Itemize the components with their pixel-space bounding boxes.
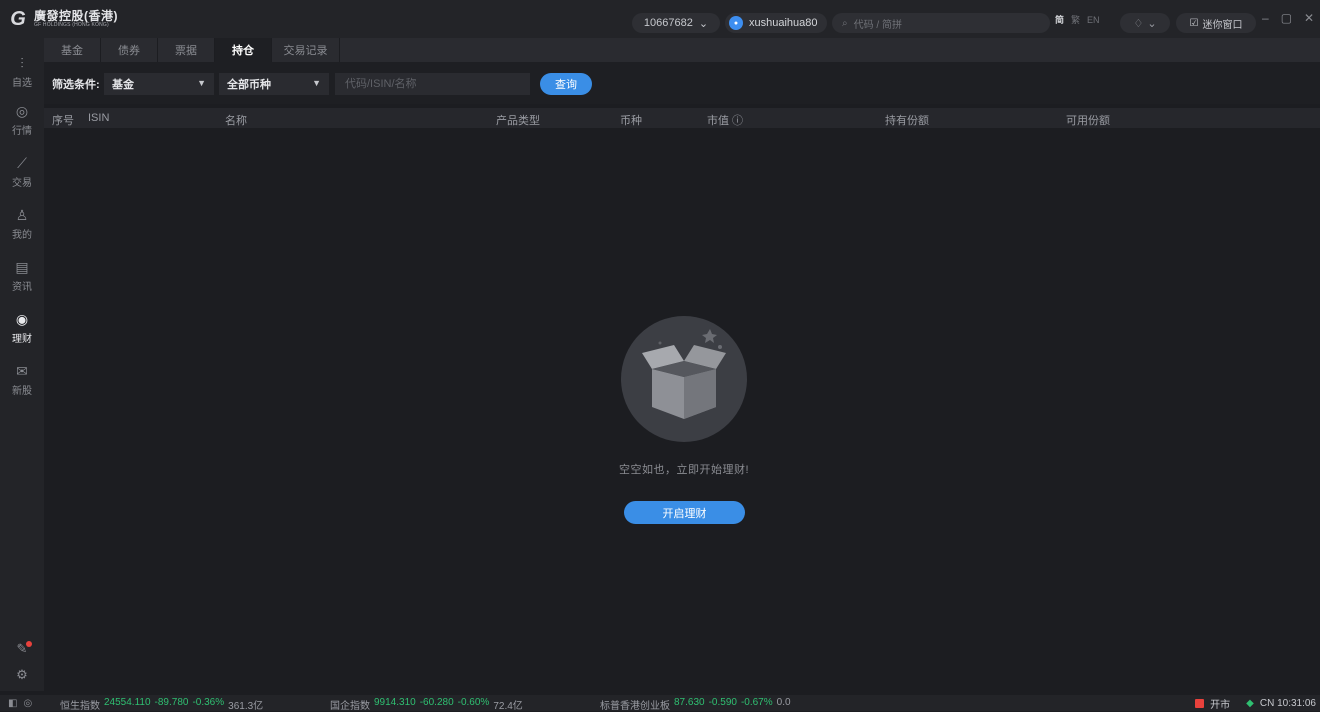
market-status: 开市 [1210, 700, 1231, 711]
caret-down-icon: ▼ [312, 78, 321, 88]
notice-button[interactable]: ✎ [0, 641, 44, 657]
col-name: 名称 [225, 115, 247, 127]
status-bar: ◧ ◎ 恒生指数 24554.110 -89.780 -0.36% 361.3亿… [0, 695, 1320, 712]
filter-label: 筛选条件: [52, 79, 100, 91]
notification-dot [26, 641, 32, 647]
empty-state-message: 空空如也，立即开始理财! [618, 464, 750, 476]
tab-bar: 基金 债券 票据 持仓 交易记录 [44, 38, 1320, 62]
sidebar-item-wealth[interactable]: ◉ 理财 [0, 304, 44, 352]
restore-icon[interactable]: ▢ [1281, 11, 1292, 25]
empty-box-illustration [621, 316, 747, 442]
wealth-icon: ◉ [15, 311, 29, 327]
isin-search-input[interactable] [335, 73, 530, 95]
search-icon: ⌕ [842, 17, 848, 29]
currency-value: 全部币种 [227, 79, 271, 91]
lang-simplified[interactable]: 简 [1055, 13, 1064, 26]
ticker-hscei[interactable]: 国企指数 9914.310 -60.280 -0.60% 72.4亿 [330, 697, 523, 712]
account-select[interactable]: 10667682 ⌄ [632, 13, 720, 33]
lang-english[interactable]: EN [1087, 15, 1100, 25]
product-type-select[interactable]: 基金 ▼ [104, 73, 214, 95]
title-bar: G 廣發控股(香港) GF HOLDINGS (HONG KONG) 10667… [0, 0, 1320, 38]
account-number: 10667682 [643, 17, 693, 29]
tab-note[interactable]: 票据 [158, 38, 215, 62]
settings-button[interactable]: ⚙ [0, 667, 44, 683]
close-icon[interactable]: ✕ [1304, 11, 1314, 25]
global-search-placeholder: 代码 / 简拼 [853, 19, 902, 31]
sidebar-item-watchlist[interactable]: ⫶ 自选 [0, 48, 44, 96]
start-investing-button[interactable]: 开启理财 [624, 501, 745, 524]
sidebar-item-trade[interactable]: ⟋ 交易 [0, 148, 44, 196]
window-controls: – ▢ ✕ [1262, 11, 1314, 25]
news-icon: ▤ [15, 259, 29, 275]
chevron-down-icon: ⌄ [1147, 17, 1157, 30]
lang-traditional[interactable]: 繁 [1071, 13, 1080, 26]
global-search[interactable]: ⌕ 代码 / 简拼 [832, 13, 1050, 33]
caret-down-icon: ▼ [197, 78, 206, 88]
skin-button[interactable]: ♢ ⌄ [1120, 13, 1170, 33]
tab-fund[interactable]: 基金 [44, 38, 101, 62]
tab-bond[interactable]: 债券 [101, 38, 158, 62]
filter-bar: 筛选条件: 基金 ▼ 全部币种 ▼ 查询 [44, 62, 1320, 104]
brand-logo: G 廣發控股(香港) GF HOLDINGS (HONG KONG) [6, 7, 226, 31]
ticker-hsi[interactable]: 恒生指数 24554.110 -89.780 -0.36% 361.3亿 [60, 697, 263, 712]
tab-holdings[interactable]: 持仓 [215, 38, 272, 62]
gear-icon: ⚙ [16, 667, 28, 682]
sidebar-item-news[interactable]: ▤ 资讯 [0, 252, 44, 300]
table-header: 序号 ISIN 名称 产品类型 币种 市值 ⓘ 持有份额 可用份额 [44, 108, 1320, 128]
chevron-down-icon: ⌄ [698, 17, 709, 30]
user-icon: ♙ [15, 207, 29, 223]
query-button[interactable]: 查询 [540, 73, 592, 95]
sidebar-item-market[interactable]: ◎ 行情 [0, 96, 44, 144]
market-status-icon [1195, 699, 1205, 708]
ticker-gem[interactable]: 标普香港创业板 87.630 -0.590 -0.67% 0.0 [600, 697, 791, 712]
sidebar-item-ipo[interactable]: ✉ 新股 [0, 356, 44, 404]
col-market-value[interactable]: 市值 ⓘ [707, 112, 743, 128]
currency-select[interactable]: 全部币种 ▼ [219, 73, 329, 95]
mini-window-label: 迷你窗口 [1202, 19, 1243, 31]
minimize-icon[interactable]: – [1262, 11, 1269, 25]
refresh-icon[interactable]: ◎ [23, 698, 32, 709]
col-product-type: 产品类型 [496, 115, 540, 127]
status-right: 开市 ◆ CN 10:31:06 [1195, 696, 1316, 711]
avatar: ● [729, 16, 743, 30]
trade-icon: ⟋ [17, 155, 27, 171]
tab-trade-records[interactable]: 交易记录 [272, 38, 340, 62]
product-type-value: 基金 [112, 79, 134, 91]
mini-window-button[interactable]: ☑ 迷你窗口 [1176, 13, 1256, 33]
username: xushuaihua80 [749, 17, 818, 29]
col-currency: 币种 [620, 115, 642, 127]
region-time: CN 10:31:06 [1259, 698, 1316, 709]
col-index: 序号 [52, 115, 74, 127]
user-menu[interactable]: ● xushuaihua80 [725, 13, 827, 33]
col-holding-shares: 持有份额 [885, 115, 929, 127]
brand-name-cn: 廣發控股(香港) [34, 9, 118, 23]
checkbox-icon: ☑ [1189, 17, 1199, 29]
market-icon: ◎ [15, 103, 29, 119]
wifi-icon: ◆ [1246, 698, 1254, 709]
brand-name-en: GF HOLDINGS (HONG KONG) [34, 22, 109, 28]
gf-logo-icon: G [10, 7, 26, 30]
language-switcher: 简 繁 EN [1055, 13, 1100, 26]
sidebar: ⫶ 自选 ◎ 行情 ⟋ 交易 ♙ 我的 ▤ 资讯 ◉ 理财 ✉ 新股 ✎ ⚙ [0, 38, 44, 691]
col-available-shares: 可用份额 [1066, 115, 1110, 127]
sidebar-item-mine[interactable]: ♙ 我的 [0, 200, 44, 248]
panel-toggle-icon[interactable]: ◧ [8, 698, 17, 709]
ipo-icon: ✉ [16, 363, 28, 379]
shirt-icon: ♢ [1133, 17, 1144, 30]
col-isin: ISIN [88, 112, 110, 124]
candlestick-icon: ⫶ [20, 55, 24, 71]
